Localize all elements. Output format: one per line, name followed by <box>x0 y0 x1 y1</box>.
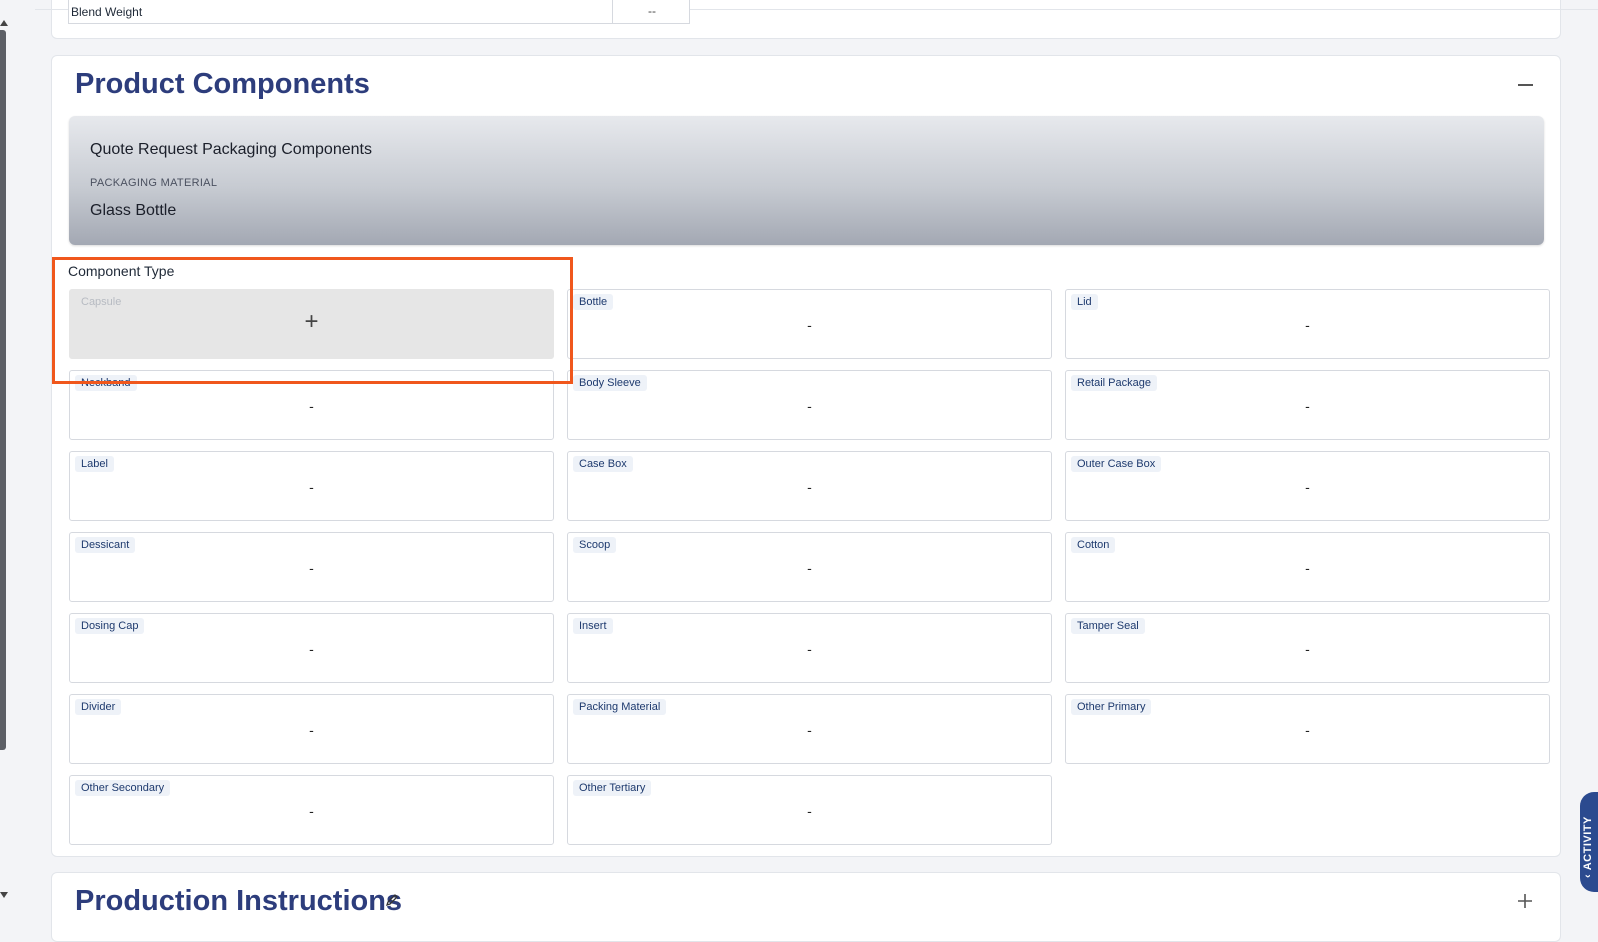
component-tile[interactable]: Other Secondary - <box>69 775 554 845</box>
collapse-icon[interactable] <box>1518 84 1533 86</box>
component-tile-value: - <box>1305 317 1310 333</box>
component-tile-label: Divider <box>75 699 122 715</box>
blend-weight-label: Blend Weight <box>71 5 143 19</box>
quote-request-panel <box>69 116 1544 245</box>
component-tile[interactable]: Outer Case Box - <box>1065 451 1550 521</box>
component-tile-label: Lid <box>1071 294 1098 310</box>
chevron-up-icon: ‹ <box>1582 870 1594 878</box>
component-tile-label: Insert <box>573 618 613 634</box>
component-tile[interactable]: Other Tertiary - <box>567 775 1052 845</box>
component-tile-label: Bottle <box>573 294 614 310</box>
blend-weight-row: Blend Weight -- <box>68 0 690 24</box>
component-tile[interactable]: Tamper Seal - <box>1065 613 1550 683</box>
component-tile-value: - <box>1305 560 1310 576</box>
component-tile-value: - <box>309 722 314 738</box>
component-tile[interactable]: Body Sleeve - <box>567 370 1052 440</box>
component-tile-label: Body Sleeve <box>573 375 647 391</box>
component-tile-label: Label <box>75 456 114 472</box>
component-tile-label: Packing Material <box>573 699 667 715</box>
component-tile-label: Tamper Seal <box>1071 618 1145 634</box>
component-tile[interactable]: Packing Material - <box>567 694 1052 764</box>
component-tile[interactable]: Capsule + <box>69 289 554 359</box>
add-plus-icon[interactable]: + <box>70 308 553 336</box>
component-tile-label: Neckband <box>75 375 137 391</box>
component-tile-value: - <box>309 479 314 495</box>
pencil-icon[interactable] <box>385 893 399 907</box>
component-tile[interactable]: Label - <box>69 451 554 521</box>
component-tile-label: Other Primary <box>1071 699 1152 715</box>
component-tile[interactable]: Cotton - <box>1065 532 1550 602</box>
component-tile-value: - <box>807 641 812 657</box>
component-tile-label: Other Tertiary <box>573 780 652 796</box>
component-tile-value: - <box>807 803 812 819</box>
component-tile[interactable]: Scoop - <box>567 532 1052 602</box>
component-tile-value: - <box>1305 479 1310 495</box>
component-tile-value: - <box>309 803 314 819</box>
component-tile[interactable]: Dosing Cap - <box>69 613 554 683</box>
component-tile[interactable]: Retail Package - <box>1065 370 1550 440</box>
component-tile-value: - <box>1305 641 1310 657</box>
section-title-production-instructions: Production Instructions <box>75 885 403 917</box>
component-tile[interactable]: Neckband - <box>69 370 554 440</box>
component-tile-label: Cotton <box>1071 537 1116 553</box>
component-tile[interactable]: Lid - <box>1065 289 1550 359</box>
left-scrollbar[interactable] <box>0 30 6 750</box>
packaging-material-label: PACKAGING MATERIAL <box>90 177 218 189</box>
component-tile-value: - <box>807 722 812 738</box>
component-tile[interactable]: Bottle - <box>567 289 1052 359</box>
component-type-label: Component Type <box>68 263 175 279</box>
component-tile-label: Dosing Cap <box>75 618 145 634</box>
blend-weight-value: -- <box>648 4 656 18</box>
component-tile-label: Retail Package <box>1071 375 1157 391</box>
component-tile-label: Other Secondary <box>75 780 171 796</box>
component-tile[interactable]: Case Box - <box>567 451 1052 521</box>
component-tile[interactable]: Insert - <box>567 613 1052 683</box>
packaging-material-value: Glass Bottle <box>90 202 177 219</box>
component-tile-value: - <box>807 317 812 333</box>
component-tile-label: Dessicant <box>75 537 136 553</box>
plus-icon[interactable] <box>1517 893 1533 909</box>
component-tile[interactable]: Divider - <box>69 694 554 764</box>
component-tile-label: Case Box <box>573 456 633 472</box>
component-tile[interactable]: Other Primary - <box>1065 694 1550 764</box>
section-title-product-components: Product Components <box>75 68 370 100</box>
component-tile-label: Outer Case Box <box>1071 456 1162 472</box>
component-tile-value: - <box>309 560 314 576</box>
component-tile-value: - <box>807 560 812 576</box>
activity-tab-label[interactable]: ‹ ACTIVITY <box>1582 798 1598 878</box>
component-tile-value: - <box>309 398 314 414</box>
component-tile-value: - <box>1305 398 1310 414</box>
quote-request-title: Quote Request Packaging Components <box>90 141 372 158</box>
component-tile-value: - <box>807 398 812 414</box>
component-tile-value: - <box>1305 722 1310 738</box>
scroll-up-arrow-icon[interactable] <box>0 20 8 26</box>
component-tile-value: - <box>807 479 812 495</box>
component-tile-value: - <box>309 641 314 657</box>
scroll-down-arrow-icon[interactable] <box>0 892 8 898</box>
component-tile[interactable]: Dessicant - <box>69 532 554 602</box>
component-tile-label: Scoop <box>573 537 617 553</box>
